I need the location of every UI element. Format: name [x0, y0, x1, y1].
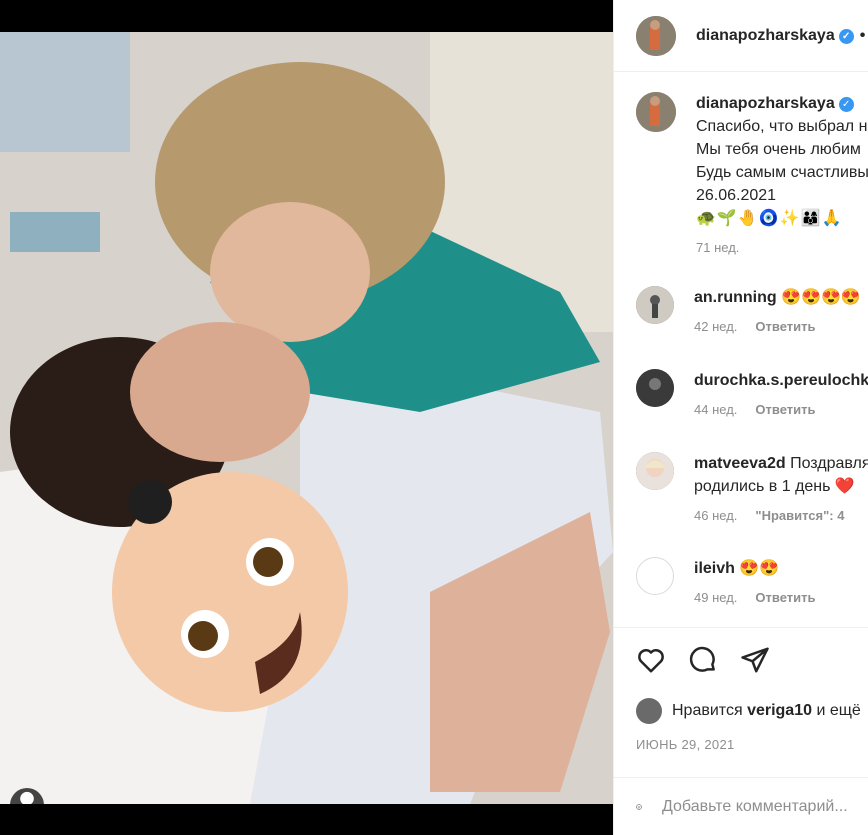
caption-line: Мы тебя очень любим	[696, 141, 861, 158]
avatar-image	[636, 15, 676, 56]
comment: matveeva2d Поздравляю! Мы с вами родилис…	[636, 452, 868, 523]
comment-time[interactable]: 42 нед.	[694, 319, 737, 334]
comment: durochka.s.pereulochka 44 нед. Ответить	[636, 369, 868, 417]
caption-time[interactable]: 71 нед.	[696, 240, 868, 255]
likes-prefix: Нравится	[672, 702, 743, 719]
caption-username[interactable]: dianapozharskaya	[696, 95, 835, 112]
author-username-text[interactable]: dianapozharskaya	[696, 27, 835, 44]
comment-icon[interactable]	[688, 645, 718, 675]
caption-line: Будь самым счастливым	[696, 164, 868, 181]
comment-text: 😍😍😍😍	[781, 289, 861, 306]
author-avatar[interactable]	[636, 15, 676, 56]
comment-username[interactable]: ileivh	[694, 560, 735, 577]
liker-username[interactable]: veriga10	[747, 702, 812, 720]
caption-emojis: 🐢🌱🤚🧿✨👨‍👩‍👦🙏	[696, 210, 843, 227]
author-username[interactable]: dianapozharskaya ✓ •	[696, 27, 865, 45]
commenter-avatar[interactable]	[636, 557, 674, 595]
reply-button[interactable]: Ответить	[755, 590, 815, 605]
caption-avatar[interactable]	[636, 92, 676, 132]
post-side-panel: dianapozharskaya ✓ • dianapozharskaya ✓ Спа…	[613, 0, 868, 835]
verified-badge-icon: ✓	[838, 97, 854, 112]
add-comment-bar	[614, 777, 868, 835]
reply-button[interactable]: Ответить	[755, 319, 815, 334]
comment-input[interactable]	[662, 797, 868, 816]
comment: an.running 😍😍😍😍 42 нед. Ответить	[636, 286, 868, 334]
avatar-image	[636, 452, 674, 490]
caption-date-line: 26.06.2021	[696, 187, 777, 204]
photo-image	[0, 32, 613, 804]
comment-text-line: родились в 1 день ❤️	[694, 478, 855, 495]
post-caption: dianapozharskaya ✓ Спасибо, что выбрал на…	[636, 92, 868, 255]
post-date[interactable]: ИЮНЬ 29, 2021	[636, 737, 735, 752]
comment-text: 😍😍	[739, 560, 780, 577]
avatar-image	[636, 92, 676, 132]
comment-text: Поздравляю! Мы с вами	[790, 455, 868, 472]
comment-time[interactable]: 44 нед.	[694, 402, 737, 417]
divider	[614, 627, 868, 628]
comment-time[interactable]: 46 нед.	[694, 508, 737, 523]
verified-badge-icon: ✓	[838, 28, 854, 44]
avatar-image	[636, 369, 674, 407]
commenter-avatar[interactable]	[636, 369, 674, 407]
commenter-avatar[interactable]	[636, 452, 674, 490]
caption-line: Спасибо, что выбрал нас	[696, 118, 868, 135]
avatar-image	[636, 286, 674, 324]
heart-icon[interactable]	[636, 645, 666, 675]
post-modal: dianapozharskaya ✓ • dianapozharskaya ✓ Спа…	[0, 0, 868, 835]
post-actions	[636, 645, 770, 675]
post-header: dianapozharskaya ✓ •	[614, 0, 868, 72]
comment-likes-count[interactable]: "Нравится": 4	[755, 508, 844, 523]
comment: ileivh 😍😍 49 нед. Ответить	[636, 557, 868, 605]
emoji-icon[interactable]	[636, 793, 642, 821]
post-photo[interactable]	[0, 32, 613, 804]
likes-summary: Нравится veriga10 и ещё	[636, 698, 861, 724]
share-icon[interactable]	[740, 645, 770, 675]
tagged-users-button[interactable]	[10, 788, 44, 804]
comment-username[interactable]: matveeva2d	[694, 455, 786, 472]
comment-username[interactable]: durochka.s.pereulochka	[694, 372, 868, 389]
commenter-avatar[interactable]	[636, 286, 674, 324]
reply-button[interactable]: Ответить	[755, 402, 815, 417]
follow-dot-icon: •	[859, 26, 866, 44]
comment-time[interactable]: 49 нед.	[694, 590, 737, 605]
likes-suffix[interactable]: и ещё	[816, 702, 860, 720]
user-icon	[20, 791, 34, 804]
comment-username[interactable]: an.running	[694, 289, 777, 306]
liker-avatar[interactable]	[636, 698, 662, 724]
